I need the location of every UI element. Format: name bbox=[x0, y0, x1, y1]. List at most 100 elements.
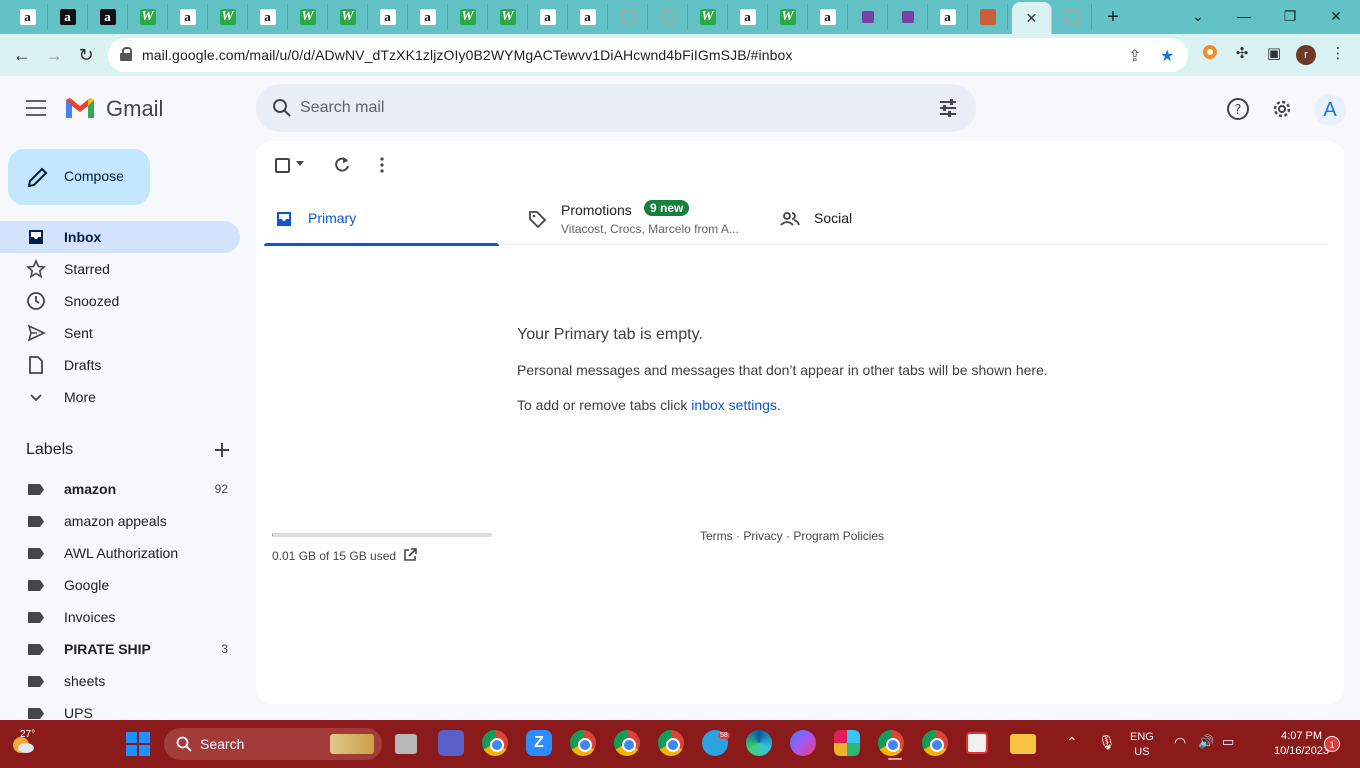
address-bar[interactable]: mail.google.com/mail/u/0/d/ADwNV_dTzXK1z… bbox=[108, 38, 1188, 72]
browser-tab[interactable]: W bbox=[688, 4, 728, 30]
chrome-menu-icon[interactable]: ⋮ bbox=[1328, 44, 1348, 64]
open-external-icon[interactable] bbox=[402, 547, 418, 563]
browser-tab[interactable] bbox=[608, 4, 648, 30]
sidebar-item-starred[interactable]: Starred bbox=[0, 253, 240, 285]
wifi-icon[interactable]: ◠ bbox=[1174, 734, 1186, 751]
tab-social[interactable]: Social bbox=[770, 197, 1010, 245]
inbox-settings-link[interactable]: inbox settings bbox=[691, 397, 777, 413]
side-panel-icon[interactable]: ▣ bbox=[1264, 44, 1284, 64]
volume-icon[interactable]: 🔊 bbox=[1198, 734, 1214, 750]
browser-tab[interactable]: a bbox=[248, 4, 288, 30]
browser-tab[interactable]: a bbox=[568, 4, 608, 30]
browser-tab[interactable]: W bbox=[128, 4, 168, 30]
browser-tab[interactable]: W bbox=[448, 4, 488, 30]
search-icon[interactable] bbox=[272, 98, 292, 118]
battery-icon[interactable]: ▭ bbox=[1222, 734, 1234, 750]
label-item[interactable]: amazon appeals bbox=[0, 505, 240, 537]
edge-icon[interactable] bbox=[746, 730, 772, 756]
browser-tab[interactable]: a bbox=[8, 4, 48, 30]
notification-badge[interactable]: 1 bbox=[1324, 736, 1340, 752]
back-icon[interactable]: ← bbox=[10, 44, 34, 68]
select-dropdown-icon[interactable] bbox=[296, 161, 304, 166]
browser-tab[interactable]: a bbox=[928, 4, 968, 30]
close-window-icon[interactable]: ✕ bbox=[1316, 4, 1356, 28]
search-input[interactable] bbox=[300, 94, 900, 122]
browser-tab[interactable]: W bbox=[328, 4, 368, 30]
browser-tab[interactable]: a bbox=[808, 4, 848, 30]
lock-icon[interactable] bbox=[120, 47, 132, 61]
browser-tab[interactable] bbox=[848, 4, 888, 30]
minimize-icon[interactable]: — bbox=[1224, 4, 1264, 28]
browser-tab[interactable]: a bbox=[368, 4, 408, 30]
extensions-puzzle-icon[interactable]: ✣ bbox=[1232, 44, 1252, 64]
add-label-icon[interactable] bbox=[212, 440, 232, 460]
tab-primary[interactable]: Primary bbox=[264, 197, 499, 246]
browser-tab[interactable]: W bbox=[768, 4, 808, 30]
label-item[interactable]: PIRATE SHIP 3 bbox=[0, 633, 240, 665]
forward-icon[interactable]: → bbox=[42, 44, 66, 68]
browser-tab[interactable]: W bbox=[208, 4, 248, 30]
label-item[interactable]: AWL Authorization bbox=[0, 537, 240, 569]
label-item[interactable]: Google bbox=[0, 569, 240, 601]
terms-link[interactable]: Terms bbox=[700, 529, 733, 543]
main-menu-icon[interactable] bbox=[26, 100, 46, 116]
program-policies-link[interactable]: Program Policies bbox=[793, 529, 884, 543]
system-clock[interactable]: 4:07 PM 10/16/2023 bbox=[1274, 729, 1329, 759]
browser-tab[interactable]: a bbox=[728, 4, 768, 30]
browser-profile-avatar[interactable]: r bbox=[1296, 45, 1316, 65]
chrome-profile-icon[interactable] bbox=[614, 730, 640, 756]
browser-tab[interactable] bbox=[648, 4, 688, 30]
browser-tab[interactable]: a bbox=[528, 4, 568, 30]
sidebar-item-drafts[interactable]: Drafts bbox=[0, 349, 240, 381]
browser-tab[interactable]: a bbox=[408, 4, 448, 30]
help-icon[interactable]: ? bbox=[1226, 97, 1250, 121]
restore-icon[interactable]: ❐ bbox=[1270, 4, 1310, 28]
bookmark-star-icon[interactable]: ★ bbox=[1160, 46, 1174, 66]
sidebar-item-snoozed[interactable]: Snoozed bbox=[0, 285, 240, 317]
settings-gear-icon[interactable] bbox=[1270, 97, 1294, 121]
microphone-icon[interactable]: 🎙 bbox=[1098, 734, 1116, 751]
taskbar-search[interactable]: Search bbox=[164, 728, 382, 760]
extension-orange-icon[interactable] bbox=[1200, 44, 1220, 64]
tab-promotions[interactable]: Promotions bbox=[517, 197, 757, 245]
reload-icon[interactable]: ↻ bbox=[74, 44, 98, 68]
gmail-logo-icon[interactable] bbox=[64, 96, 96, 120]
slack-icon[interactable] bbox=[834, 730, 860, 756]
chrome-profile-icon-active[interactable] bbox=[878, 730, 904, 756]
sidebar-item-more[interactable]: More bbox=[0, 381, 240, 413]
sidebar-item-inbox[interactable]: Inbox bbox=[0, 221, 240, 253]
browser-tab[interactable] bbox=[968, 4, 1008, 30]
teams-meet-icon[interactable] bbox=[438, 730, 464, 756]
show-hidden-icons[interactable]: ⌃ bbox=[1066, 734, 1078, 751]
chrome-profile-icon[interactable] bbox=[658, 730, 684, 756]
browser-tab[interactable]: a bbox=[48, 4, 88, 30]
language-indicator[interactable]: ENG US bbox=[1130, 730, 1154, 760]
gmail-wordmark[interactable]: Gmail bbox=[106, 96, 163, 122]
account-avatar[interactable]: A bbox=[1314, 94, 1346, 126]
select-all-checkbox[interactable] bbox=[275, 158, 290, 173]
snipping-tool-icon[interactable] bbox=[966, 732, 988, 754]
browser-tab[interactable]: a bbox=[88, 4, 128, 30]
browser-tab[interactable]: W bbox=[488, 4, 528, 30]
close-tab-icon[interactable]: ✕ bbox=[1026, 10, 1038, 27]
new-tab-button[interactable]: + bbox=[1102, 6, 1124, 29]
sidebar-item-sent[interactable]: Sent bbox=[0, 317, 240, 349]
browser-tab[interactable] bbox=[1052, 4, 1092, 30]
label-item[interactable]: sheets bbox=[0, 665, 240, 697]
tab-search-chevron-icon[interactable]: ⌄ bbox=[1178, 4, 1218, 28]
file-explorer-icon[interactable] bbox=[1010, 734, 1036, 754]
chrome-profile-icon[interactable] bbox=[482, 730, 508, 756]
search-bar[interactable] bbox=[256, 84, 976, 132]
label-item[interactable]: Invoices bbox=[0, 601, 240, 633]
compose-button[interactable]: Compose bbox=[8, 149, 150, 205]
chrome-profile-icon[interactable] bbox=[570, 730, 596, 756]
privacy-link[interactable]: Privacy bbox=[743, 529, 782, 543]
browser-tab[interactable]: a bbox=[168, 4, 208, 30]
task-view-icon[interactable] bbox=[395, 734, 417, 754]
browser-tab[interactable]: W bbox=[288, 4, 328, 30]
label-item[interactable]: amazon 92 bbox=[0, 473, 240, 505]
zoom-icon[interactable]: Z bbox=[526, 730, 552, 756]
messenger-icon[interactable] bbox=[790, 730, 816, 756]
browser-tab[interactable] bbox=[888, 4, 928, 30]
share-icon[interactable]: ⇪ bbox=[1128, 46, 1141, 66]
